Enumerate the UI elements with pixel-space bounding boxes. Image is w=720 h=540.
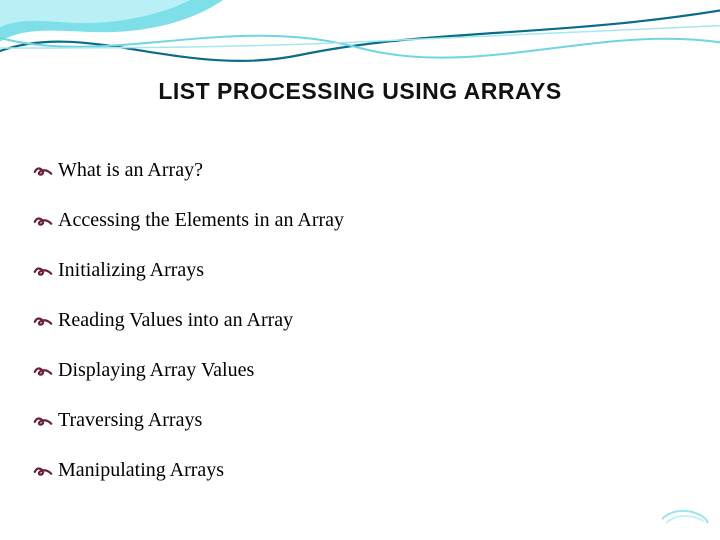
bullet-item: What is an Array? (32, 158, 672, 182)
bullet-item: Reading Values into an Array (32, 308, 672, 332)
scribble-bullet-icon (32, 360, 54, 382)
footer-decoration (660, 505, 710, 532)
bullet-text: What is an Array? (58, 158, 672, 182)
scribble-bullet-icon (32, 310, 54, 332)
bullet-item: Manipulating Arrays (32, 458, 672, 482)
footer-swoosh-icon (660, 505, 710, 527)
scribble-bullet-icon (32, 260, 54, 282)
bullet-text: Initializing Arrays (58, 258, 672, 282)
bullet-item: Accessing the Elements in an Array (32, 208, 672, 232)
bullet-text: Displaying Array Values (58, 358, 672, 382)
bullet-item: Displaying Array Values (32, 358, 672, 382)
bullet-text: Reading Values into an Array (58, 308, 672, 332)
slide: LIST PROCESSING USING ARRAYS What is an … (0, 0, 720, 540)
bullet-list: What is an Array? Accessing the Elements… (32, 158, 672, 508)
bullet-item: Traversing Arrays (32, 408, 672, 432)
slide-title: LIST PROCESSING USING ARRAYS (0, 78, 720, 105)
scribble-bullet-icon (32, 410, 54, 432)
bullet-text: Traversing Arrays (58, 408, 672, 432)
scribble-bullet-icon (32, 460, 54, 482)
scribble-bullet-icon (32, 160, 54, 182)
scribble-bullet-icon (32, 210, 54, 232)
bullet-text: Accessing the Elements in an Array (58, 208, 672, 232)
bullet-item: Initializing Arrays (32, 258, 672, 282)
bullet-text: Manipulating Arrays (58, 458, 672, 482)
